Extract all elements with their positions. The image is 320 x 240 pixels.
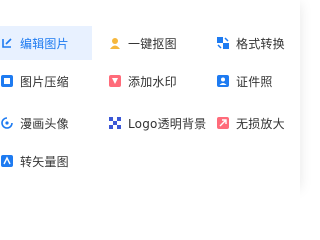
menu-item-format-convert[interactable]: 格式转换 xyxy=(216,26,300,60)
menu-item-label: 漫画头像 xyxy=(20,116,69,131)
menu-item-label: 格式转换 xyxy=(236,36,285,51)
menu-item-label: 无损放大 xyxy=(236,116,285,131)
menu-item-label: 编辑图片 xyxy=(20,36,69,51)
lossless-enlarge-icon xyxy=(216,116,230,130)
menu-item-cartoon-avatar[interactable]: 漫画头像 xyxy=(0,106,92,140)
cartoon-avatar-icon xyxy=(0,116,14,130)
menu-item-label: 图片压缩 xyxy=(20,74,69,89)
menu-item-label: 转矢量图 xyxy=(20,154,69,169)
menu-item-id-photo[interactable]: 证件照 xyxy=(216,64,300,98)
menu-item-cutout[interactable]: 一键抠图 xyxy=(108,26,198,60)
menu-item-edit-image[interactable]: 编辑图片 xyxy=(0,26,92,60)
transparent-logo-icon xyxy=(108,116,122,130)
tools-dropdown-menu: 编辑图片 一键抠图 格式转换 图片压缩 添加水印 证件照 漫画头像 Logo透明… xyxy=(0,0,300,185)
format-convert-icon xyxy=(216,36,230,50)
menu-item-transparent-logo[interactable]: Logo透明背景 xyxy=(108,106,216,140)
vectorize-icon xyxy=(0,154,14,168)
compress-icon xyxy=(0,74,14,88)
id-photo-icon xyxy=(216,74,230,88)
page-background xyxy=(0,185,300,200)
menu-item-vectorize[interactable]: 转矢量图 xyxy=(0,144,92,178)
menu-item-label: 证件照 xyxy=(236,74,273,89)
menu-item-label: 添加水印 xyxy=(128,74,177,89)
menu-item-label: Logo透明背景 xyxy=(128,116,207,131)
cutout-icon xyxy=(108,36,122,50)
watermark-icon xyxy=(108,74,122,88)
menu-item-compress[interactable]: 图片压缩 xyxy=(0,64,92,98)
menu-item-watermark[interactable]: 添加水印 xyxy=(108,64,198,98)
menu-item-label: 一键抠图 xyxy=(128,36,177,51)
edit-image-icon xyxy=(0,36,14,50)
menu-item-lossless-enlarge[interactable]: 无损放大 xyxy=(216,106,300,140)
